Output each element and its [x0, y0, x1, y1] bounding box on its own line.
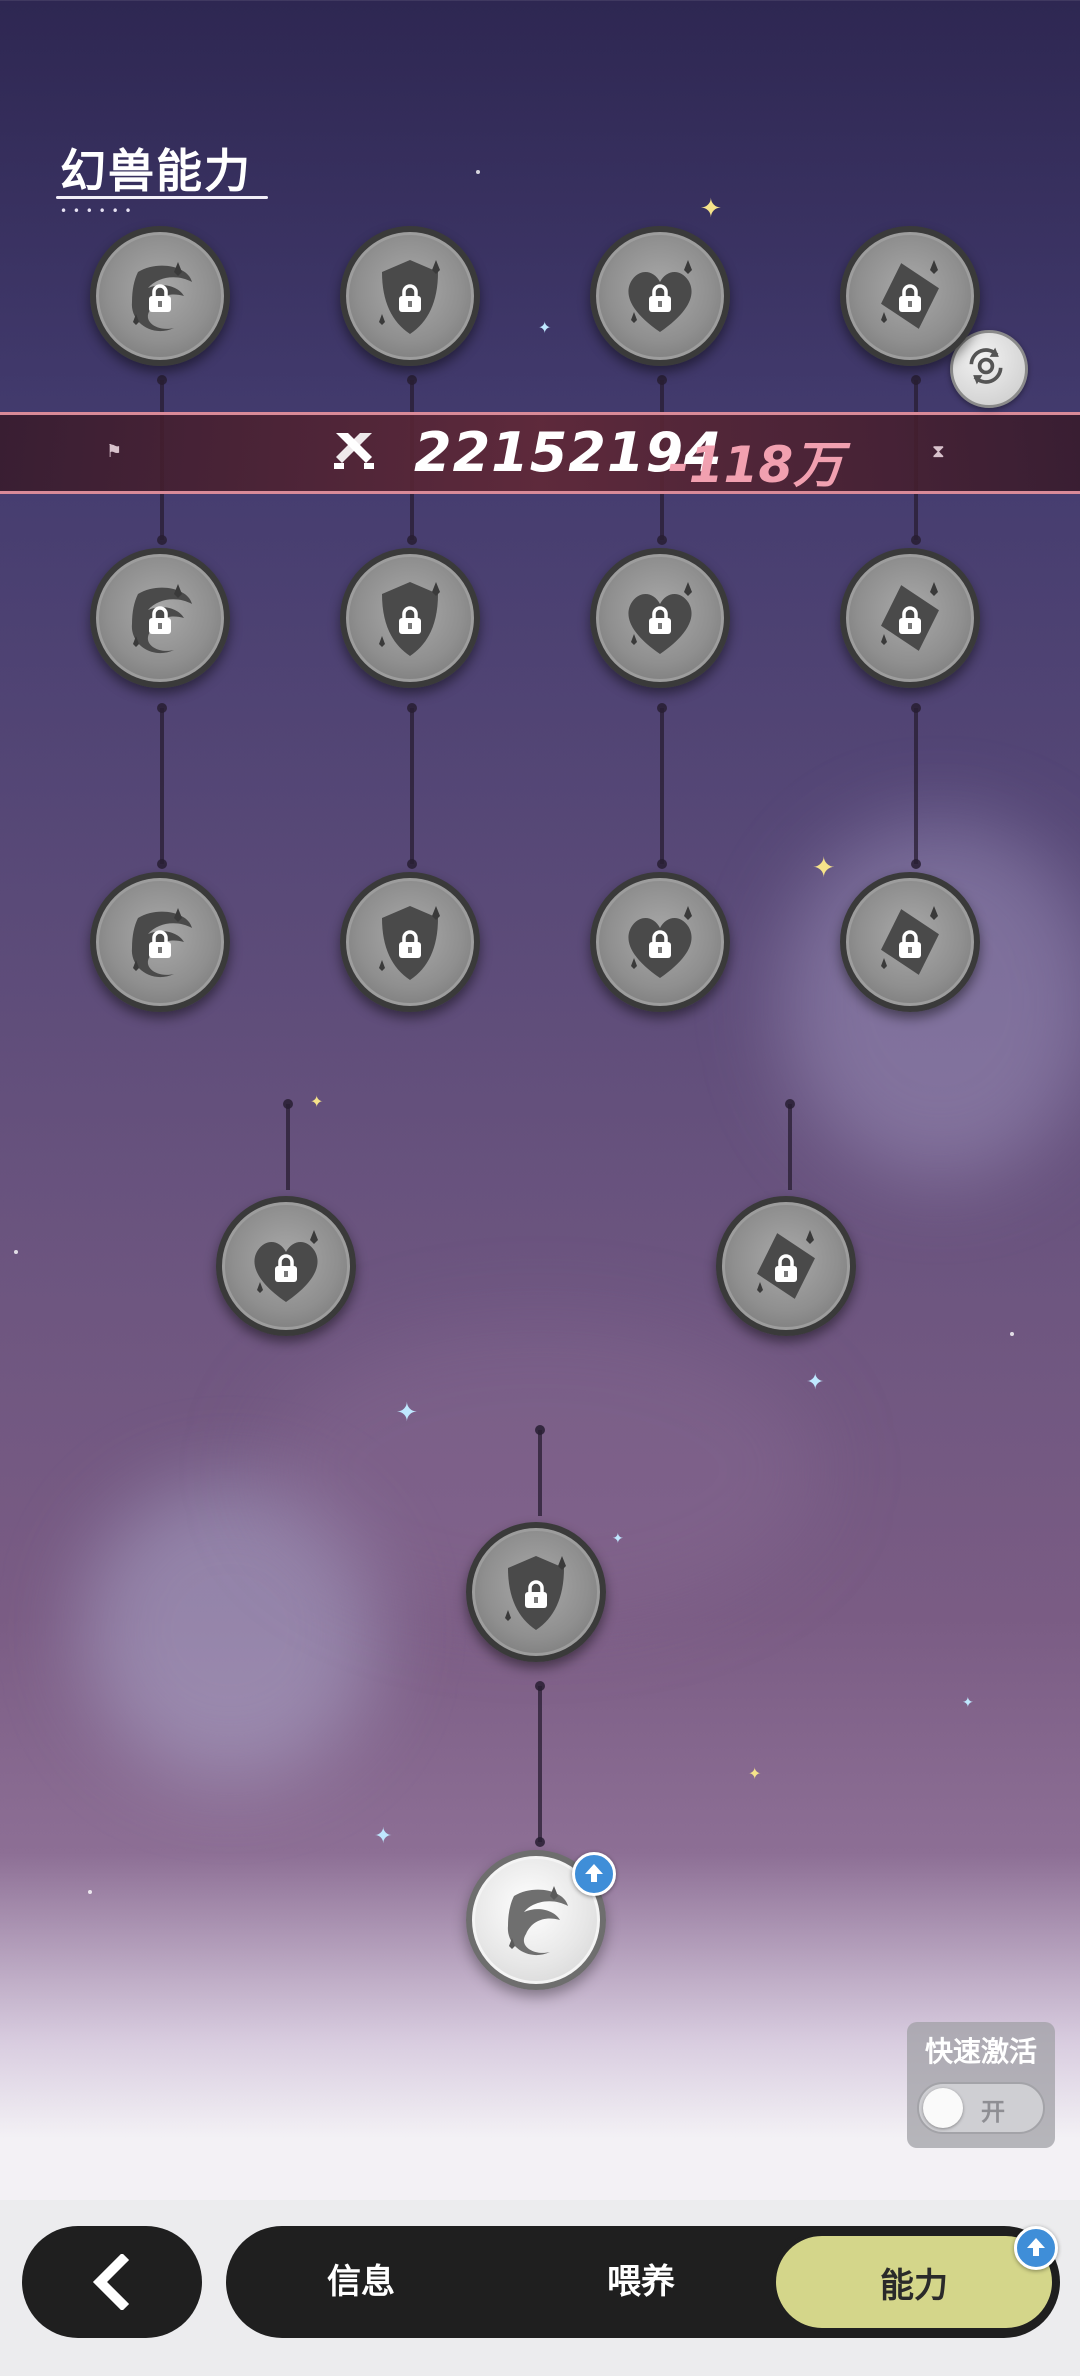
- sparkle-icon: ✦: [812, 851, 836, 884]
- claw-emblem-icon: [507, 1886, 568, 1956]
- quick-activate-toggle[interactable]: 开: [917, 2082, 1045, 2134]
- sparkle-icon: ✦: [748, 1764, 762, 1783]
- sparkle-icon: ✦: [806, 1370, 825, 1395]
- toggle-knob: [923, 2088, 963, 2128]
- flag-icon: ⚑: [106, 441, 123, 462]
- node-claw-2[interactable]: [90, 548, 230, 688]
- tab-feed[interactable]: 喂养: [526, 2226, 756, 2338]
- sparkle-icon: ✦: [374, 1824, 393, 1849]
- lock-icon: [525, 1580, 547, 1608]
- page-title: 幻兽能力: [60, 144, 252, 198]
- power-change: -118万: [668, 436, 844, 494]
- sparkle-icon: ✦: [538, 318, 552, 337]
- lock-icon: [899, 606, 921, 634]
- title-dots: • • • • • •: [60, 204, 133, 218]
- node-diamond-2[interactable]: [840, 548, 980, 688]
- lock-icon: [899, 284, 921, 312]
- upgrade-badge: [572, 1852, 616, 1896]
- lock-icon: [275, 1254, 297, 1282]
- back-arrow-icon: [92, 2254, 130, 2310]
- quick-activate-label: 快速激活: [924, 2035, 1037, 2068]
- title-underline: [56, 196, 268, 199]
- sparkle-icon: ✦: [962, 1695, 974, 1711]
- tab-bar: 信息 喂养 能力: [226, 2226, 1060, 2338]
- lock-icon: [649, 930, 671, 958]
- sparkle-icon: ✦: [612, 1531, 624, 1547]
- sparkle-icon: ✦: [396, 1398, 418, 1428]
- power-banner: ⚑ 22152194 -118万 ⧗: [0, 412, 1080, 494]
- lock-icon: [899, 930, 921, 958]
- node-diamond-1[interactable]: [840, 226, 980, 366]
- node-heart-3[interactable]: [590, 872, 730, 1012]
- crossed-swords-icon: [334, 433, 374, 469]
- lock-icon: [775, 1254, 797, 1282]
- hourglass-icon: ⧗: [932, 441, 945, 462]
- node-claw-1[interactable]: [90, 226, 230, 366]
- lock-icon: [149, 930, 171, 958]
- sparkle-icon: ✦: [700, 194, 722, 224]
- toggle-text: 开: [981, 2098, 1005, 2126]
- lock-icon: [149, 606, 171, 634]
- lock-icon: [399, 606, 421, 634]
- tab-upgrade-badge: [1014, 2226, 1058, 2270]
- sparkle-icon: ✦: [310, 1092, 324, 1111]
- node-shield-2[interactable]: [340, 548, 480, 688]
- lock-icon: [649, 606, 671, 634]
- quick-activate-panel: 快速激活 开: [907, 2022, 1055, 2148]
- node-heart-2[interactable]: [590, 548, 730, 688]
- node-claw-3[interactable]: [90, 872, 230, 1012]
- rotate-icon: [969, 347, 1003, 385]
- back-button[interactable]: [22, 2226, 202, 2338]
- lock-icon: [399, 284, 421, 312]
- upgrade-arrow-icon: [1027, 2238, 1045, 2256]
- node-shield-3[interactable]: [340, 872, 480, 1012]
- node-shield-1[interactable]: [340, 226, 480, 366]
- lock-icon: [149, 284, 171, 312]
- upgrade-arrow-icon: [585, 1864, 603, 1882]
- lock-icon: [399, 930, 421, 958]
- node-heart-4[interactable]: [216, 1196, 356, 1336]
- node-diamond-4[interactable]: [716, 1196, 856, 1336]
- lock-icon: [649, 284, 671, 312]
- node-shield-4[interactable]: [466, 1522, 606, 1662]
- node-diamond-3[interactable]: [840, 872, 980, 1012]
- node-heart-1[interactable]: [590, 226, 730, 366]
- tab-info[interactable]: 信息: [246, 2226, 476, 2338]
